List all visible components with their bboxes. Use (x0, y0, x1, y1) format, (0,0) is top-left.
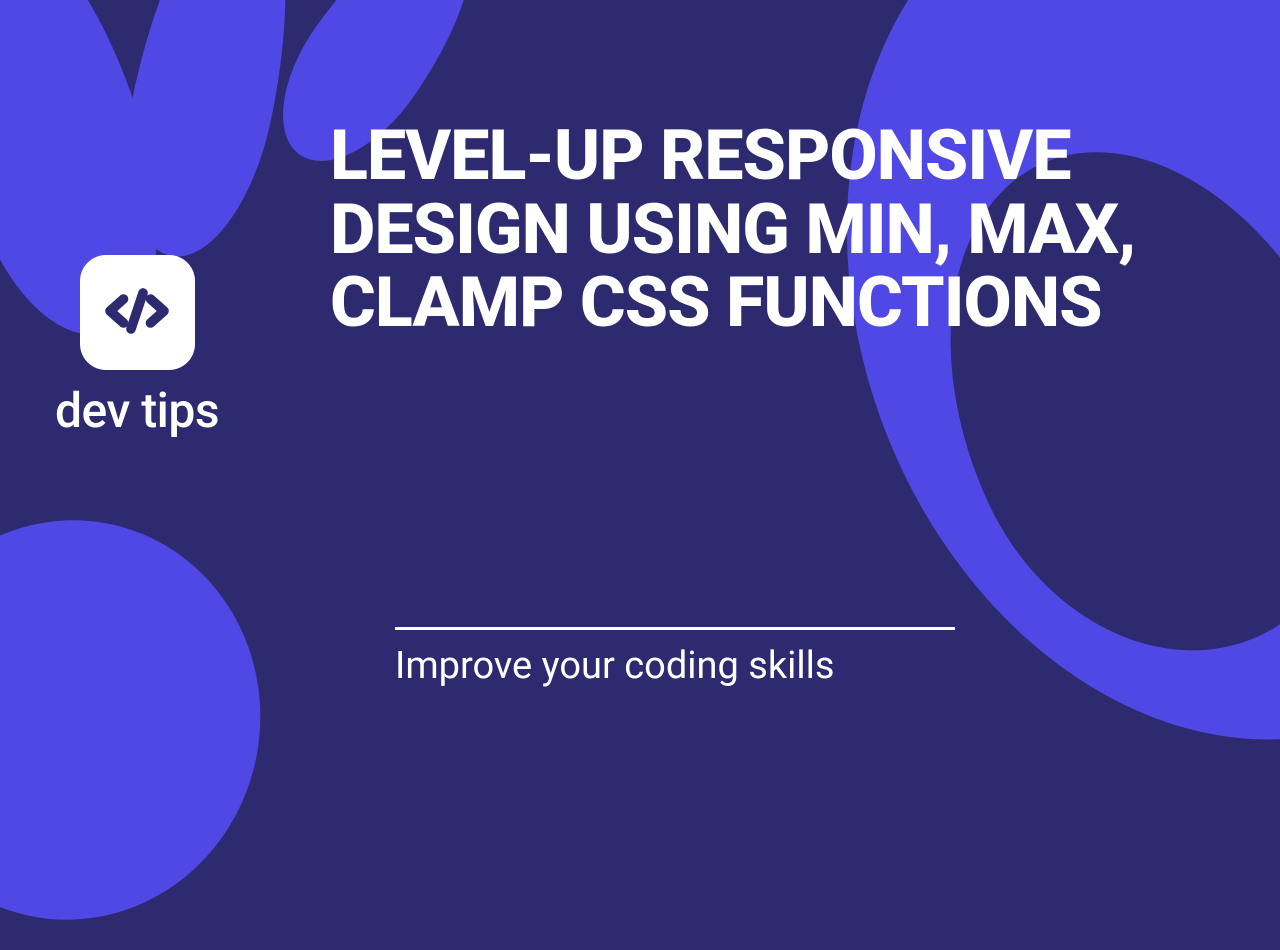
divider-line (395, 627, 955, 630)
headline: LEVEL-UP RESPONSIVE DESIGN USING MIN, MA… (330, 120, 1220, 341)
logo-badge (80, 255, 195, 370)
logo-text: dev tips (55, 382, 219, 439)
decorative-shape (0, 490, 292, 950)
logo-block: dev tips (55, 255, 219, 439)
code-slash-icon (101, 275, 173, 351)
tagline: Improve your coding skills (395, 644, 834, 688)
